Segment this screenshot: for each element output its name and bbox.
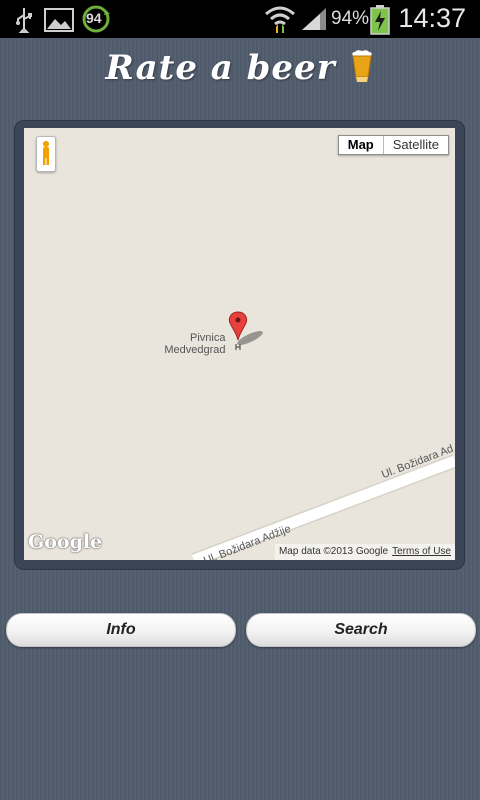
app-title: Rate a beer [0, 48, 480, 88]
location-marker-icon[interactable] [228, 310, 268, 354]
place-label-line1: Pivnica [190, 332, 226, 344]
map-view[interactable]: Map Satellite Pivnica Medvedgrad Ul. Bož… [24, 128, 455, 560]
notification-count: 94 [86, 10, 102, 26]
info-button[interactable]: Info [6, 613, 236, 647]
place-label: Pivnica Medvedgrad [164, 332, 225, 356]
app-title-text: Rate a beer [105, 48, 336, 88]
beer-glass-icon [352, 50, 373, 82]
map-type-control: Map Satellite [337, 135, 449, 155]
usb-icon [16, 8, 32, 33]
clock: 14:37 [398, 3, 466, 33]
place-label-line2: Medvedgrad [164, 344, 226, 356]
map-container: Map Satellite Pivnica Medvedgrad Ul. Bož… [14, 120, 465, 570]
map-attribution: Map data ©2013 Google Terms of Use [274, 544, 455, 560]
google-logo[interactable]: Google [28, 531, 102, 553]
status-bar: 94 94% 14:37 [0, 0, 480, 38]
map-type-satellite-button[interactable]: Satellite [384, 136, 448, 154]
battery-percent: 94% [331, 8, 370, 29]
pegman-icon [43, 141, 49, 165]
search-button[interactable]: Search [246, 613, 476, 647]
street-view-pegman[interactable] [36, 136, 56, 172]
battery-charging-icon [370, 5, 390, 35]
wifi-icon [265, 6, 295, 33]
map-data-text: Map data ©2013 Google [278, 546, 389, 557]
terms-of-use-link[interactable]: Terms of Use [392, 546, 451, 557]
signal-icon [302, 8, 326, 30]
map-type-map-button[interactable]: Map [339, 136, 384, 154]
image-icon [44, 8, 74, 32]
